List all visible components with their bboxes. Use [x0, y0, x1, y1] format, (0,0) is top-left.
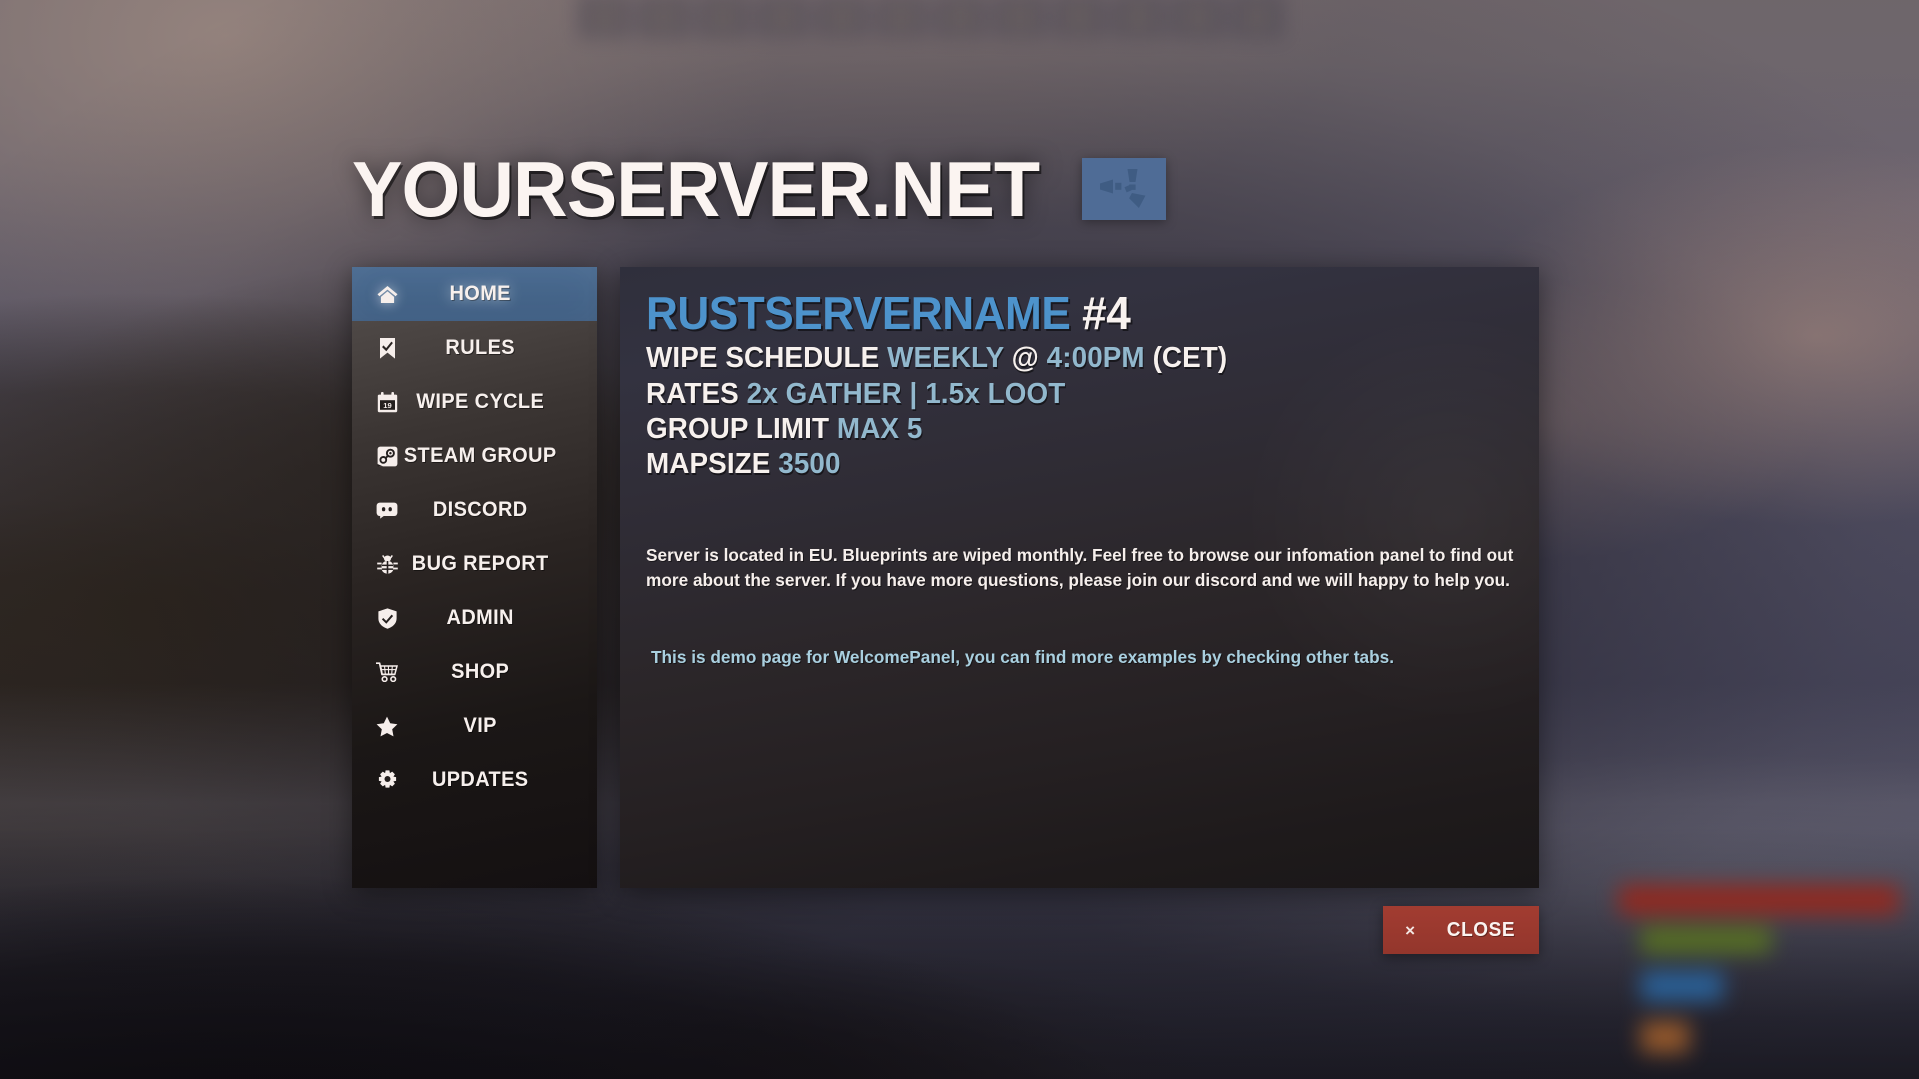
sidebar-item-label: HOME — [449, 282, 511, 305]
sidebar-item-rules[interactable]: RULES — [352, 321, 597, 375]
brand-title: YOURSERVER.NET — [352, 145, 1040, 233]
sidebar-item-steam-group[interactable]: STEAM GROUP — [352, 429, 597, 483]
sidebar-item-label: RULES — [445, 336, 515, 359]
brand-header: YOURSERVER.NET — [352, 145, 1167, 233]
puzzle-pieces-icon — [1082, 158, 1167, 220]
sidebar-item-bug-report[interactable]: BUG REPORT — [352, 537, 597, 591]
panel-body: HOME RULES 19 WIPE CYCLE STEAM GROUP DIS… — [352, 267, 1539, 888]
server-description: Server is located in EU. Blueprints are … — [646, 544, 1514, 590]
info-value: 3500 — [778, 448, 841, 481]
info-line-wipe-schedule: WIPE SCHEDULE WEEKLY @ 4:00PM (CET) — [646, 341, 1478, 376]
sidebar-item-shop[interactable]: SHOP — [352, 645, 597, 699]
info-value: 2x GATHER | 1.5x LOOT — [746, 377, 1066, 410]
info-line-mapsize: MAPSIZE 3500 — [646, 447, 1478, 482]
page-title: RUSTSERVERNAME #4 — [646, 289, 1478, 337]
sidebar-nav: HOME RULES 19 WIPE CYCLE STEAM GROUP DIS… — [352, 267, 597, 888]
info-label: RATES — [646, 377, 739, 410]
info-line-rates: RATES 2x GATHER | 1.5x LOOT — [646, 377, 1478, 412]
sidebar-item-updates[interactable]: UPDATES — [352, 753, 597, 807]
info-value-2: 4:00PM — [1046, 342, 1145, 375]
sidebar-item-label: STEAM GROUP — [403, 444, 557, 467]
sidebar-item-wipe-cycle[interactable]: 19 WIPE CYCLE — [352, 375, 597, 429]
demo-note: This is demo page for WelcomePanel, you … — [651, 646, 1395, 667]
info-label: WIPE SCHEDULE — [646, 342, 880, 375]
sidebar-item-label: ADMIN — [446, 606, 514, 629]
info-tail: (CET) — [1144, 342, 1228, 375]
sidebar-item-label: VIP — [463, 714, 497, 737]
sidebar-item-label: SHOP — [451, 660, 510, 683]
server-name: RUSTSERVERNAME — [646, 287, 1071, 339]
welcome-panel: YOURSERVER.NET HOME RULES 19 WIPE CYCLE … — [0, 0, 1919, 1079]
sidebar-item-label: WIPE CYCLE — [416, 390, 545, 413]
close-button[interactable]: × CLOSE — [1383, 906, 1539, 954]
sidebar-item-discord[interactable]: DISCORD — [352, 483, 597, 537]
sidebar-item-label: BUG REPORT — [411, 552, 549, 575]
info-value: MAX 5 — [836, 413, 923, 446]
sidebar-item-home[interactable]: HOME — [352, 267, 597, 321]
close-button-label: CLOSE — [1446, 918, 1516, 941]
info-value: WEEKLY — [887, 342, 1004, 375]
info-separator: @ — [1003, 342, 1047, 375]
server-number: #4 — [1082, 287, 1131, 339]
info-label: GROUP LIMIT — [646, 413, 830, 446]
close-x-icon: × — [1405, 920, 1416, 940]
info-label: MAPSIZE — [646, 448, 771, 481]
sidebar-item-label: UPDATES — [431, 768, 529, 791]
info-line-group-limit: GROUP LIMIT MAX 5 — [646, 412, 1478, 447]
sidebar-item-admin[interactable]: ADMIN — [352, 591, 597, 645]
content-panel: RUSTSERVERNAME #4 WIPE SCHEDULE WEEKLY @… — [620, 267, 1539, 888]
sidebar-item-label: DISCORD — [432, 498, 528, 521]
sidebar-item-vip[interactable]: VIP — [352, 699, 597, 753]
